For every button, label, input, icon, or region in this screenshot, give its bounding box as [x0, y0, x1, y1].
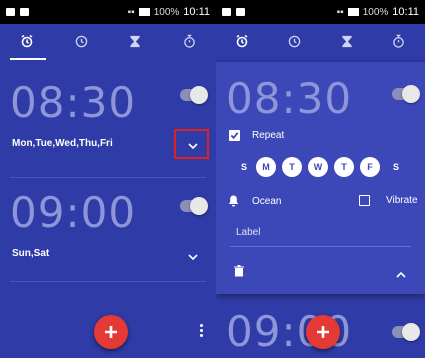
alarm-icon	[236, 34, 248, 48]
battery-level: 100%	[153, 6, 180, 18]
chevron-down-icon	[188, 254, 198, 260]
overflow-menu-button[interactable]	[200, 322, 204, 339]
divider	[10, 281, 206, 282]
alarm-icon	[21, 34, 33, 48]
day-toggle[interactable]: S	[234, 157, 254, 177]
gallery-icon	[222, 8, 231, 16]
plus-icon	[105, 326, 117, 338]
notification-icon	[20, 8, 29, 16]
signal-icon: ▪▪	[336, 6, 344, 18]
battery-level: 100%	[362, 6, 389, 18]
notification-icon	[236, 8, 245, 16]
stopwatch-icon	[393, 34, 405, 48]
status-time: 10:11	[183, 6, 210, 18]
day-toggle[interactable]: S	[386, 157, 406, 177]
delete-button[interactable]	[234, 264, 248, 278]
chevron-up-icon	[396, 271, 406, 278]
gallery-icon	[6, 8, 15, 16]
tab-alarm[interactable]	[12, 26, 42, 56]
tab-bar	[216, 24, 425, 58]
alarm-toggle[interactable]	[180, 197, 208, 215]
signal-icon: ▪▪	[127, 6, 135, 18]
alarm-days: Sun,Sat	[12, 248, 50, 259]
alarm-time[interactable]: 08:30	[10, 78, 136, 127]
clock-icon	[75, 35, 87, 47]
label-field[interactable]: Label	[236, 227, 260, 238]
tab-alarm[interactable]	[227, 26, 257, 56]
day-toggle[interactable]: T	[334, 157, 354, 177]
ringtone-button[interactable]: Ocean	[226, 194, 306, 210]
day-toggle[interactable]: W	[308, 157, 328, 177]
battery-icon	[138, 8, 150, 16]
plus-icon	[317, 326, 329, 338]
expand-button[interactable]	[184, 248, 202, 266]
expanded-alarm-card: 08:30 Repeat SMTWTFS Ocean Vibrate Label	[216, 62, 425, 294]
alarm-time[interactable]: 08:30	[226, 74, 352, 123]
alarm-time[interactable]: 09:00	[10, 188, 136, 237]
hourglass-icon	[130, 35, 140, 47]
check-icon	[230, 132, 239, 140]
alarm-toggle[interactable]	[392, 85, 420, 103]
battery-icon	[347, 8, 359, 16]
status-time: 10:11	[392, 6, 419, 18]
alarm-days: Mon,Tue,Wed,Thu,Fri	[12, 138, 113, 149]
tab-bar	[0, 24, 216, 58]
tab-clock[interactable]	[279, 26, 309, 56]
tab-indicator	[10, 58, 46, 60]
tab-stopwatch[interactable]	[174, 26, 204, 56]
day-toggle[interactable]: T	[282, 157, 302, 177]
highlight-box	[174, 129, 209, 159]
alarm-list-screen: ▪▪ 100% 10:11 08:30 Mon,Tue,Wed,Thu,Fri …	[0, 0, 216, 358]
day-toggle[interactable]: F	[360, 157, 380, 177]
tab-timer[interactable]	[120, 26, 150, 56]
alarm-detail-screen: ▪▪ 100% 10:11 08:30 Repeat SMTWTFS Ocean	[216, 0, 425, 358]
repeat-checkbox[interactable]	[229, 130, 240, 141]
tab-clock[interactable]	[66, 26, 96, 56]
toggle-knob	[190, 197, 208, 215]
stopwatch-icon	[183, 34, 195, 48]
trash-icon	[234, 265, 244, 277]
repeat-label: Repeat	[252, 130, 285, 141]
vibrate-label: Vibrate	[386, 195, 418, 206]
vibrate-checkbox[interactable]	[359, 195, 370, 206]
tab-timer[interactable]	[332, 26, 362, 56]
toggle-knob	[402, 85, 420, 103]
add-alarm-button[interactable]	[94, 315, 128, 349]
label-underline	[230, 246, 411, 247]
clock-icon	[288, 35, 301, 47]
toggle-knob	[190, 86, 208, 104]
ringtone-name: Ocean	[252, 196, 282, 207]
tab-stopwatch[interactable]	[384, 26, 414, 56]
status-bar: ▪▪ 100% 10:11	[216, 0, 425, 24]
divider	[10, 177, 206, 178]
alarm-toggle[interactable]	[180, 86, 208, 104]
bell-icon	[228, 195, 239, 207]
day-toggle[interactable]: M	[256, 157, 276, 177]
alarm-toggle[interactable]	[392, 323, 420, 341]
hourglass-icon	[341, 35, 352, 47]
toggle-knob	[402, 323, 420, 341]
status-bar: ▪▪ 100% 10:11	[0, 0, 216, 24]
add-alarm-button[interactable]	[306, 315, 340, 349]
collapse-button[interactable]	[396, 265, 410, 278]
